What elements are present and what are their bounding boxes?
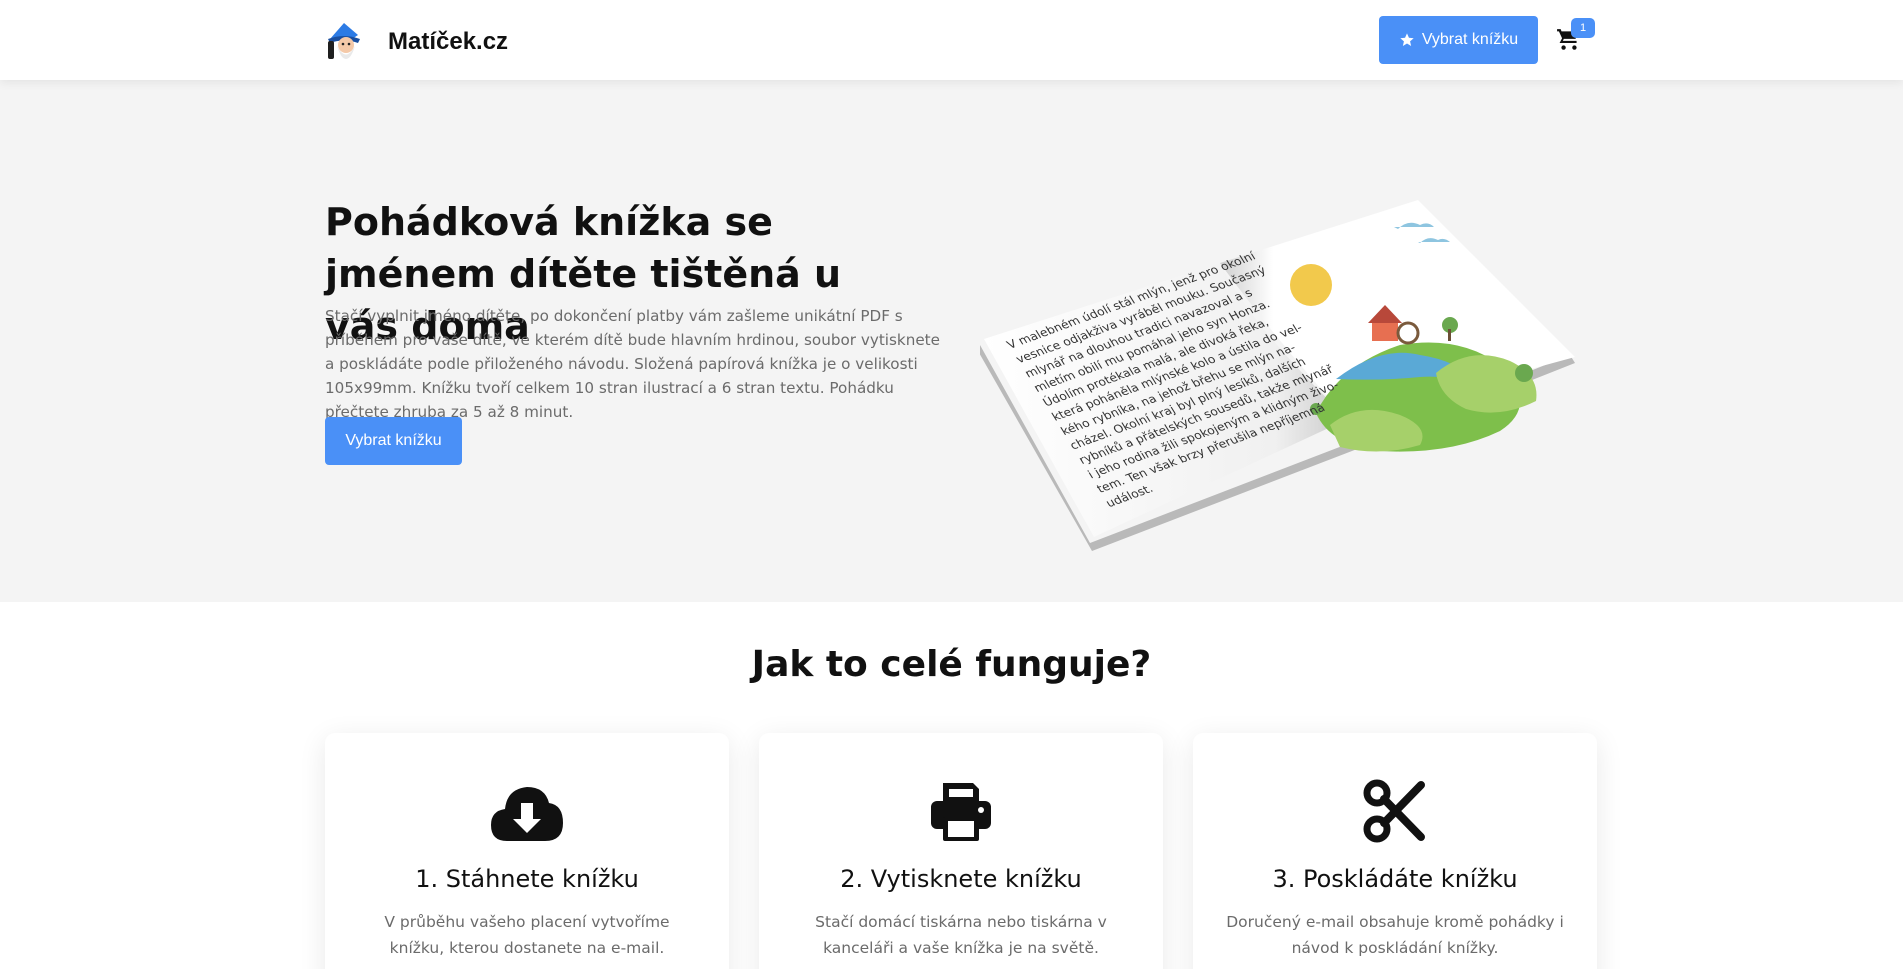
step-text: Doručený e-mail obsahuje kromě pohádky i… (1226, 913, 1564, 957)
hero-description: Stačí vyplnit jméno dítěte, po dokončení… (325, 307, 940, 421)
step-title: 3. Poskládáte knížku (1272, 865, 1518, 893)
choose-book-hero-button[interactable]: Vybrat knížku (325, 417, 462, 465)
brand-name[interactable]: Matíček.cz (388, 28, 508, 56)
cart-count-badge: 1 (1571, 18, 1595, 38)
open-book-illustration: V malebném údolí stál mlýn, jenž pro oko… (980, 200, 1575, 551)
step-text: V průběhu vašeho placení vytvoříme knížk… (384, 913, 670, 957)
step-card-download: 1. Stáhnete knížku V průběhu vašeho plac… (325, 733, 729, 969)
step-text: Stačí domácí tiskárna nebo tiskárna v ka… (815, 913, 1107, 957)
step-icon-wrapper (325, 779, 729, 849)
choose-book-header-label: Vybrat knížku (1421, 31, 1519, 48)
step-card-print: 2. Vytisknete knížku Stačí domácí tiskár… (759, 733, 1163, 969)
step-card-fold: 3. Poskládáte knížku Doručený e-mail obs… (1193, 733, 1597, 969)
wizard-logo-icon[interactable] (324, 19, 366, 61)
choose-book-header-button[interactable]: Vybrat knížku (1379, 16, 1538, 64)
cloud-download-icon (491, 787, 563, 841)
step-icon-wrapper (1193, 779, 1597, 849)
hero-section: Pohádková knížka se jménem dítěte tištěn… (0, 80, 1903, 602)
site-header: Matíček.cz Vybrat knížku 1 (0, 0, 1903, 80)
step-icon-wrapper (759, 779, 1163, 849)
scissors-icon (1363, 779, 1425, 843)
step-title: 2. Vytisknete knížku (840, 865, 1082, 893)
how-it-works-title: Jak to celé funguje? (751, 644, 1152, 685)
step-title: 1. Stáhnete knížku (415, 865, 639, 893)
printer-icon (931, 783, 991, 841)
star-icon (1400, 33, 1414, 46)
